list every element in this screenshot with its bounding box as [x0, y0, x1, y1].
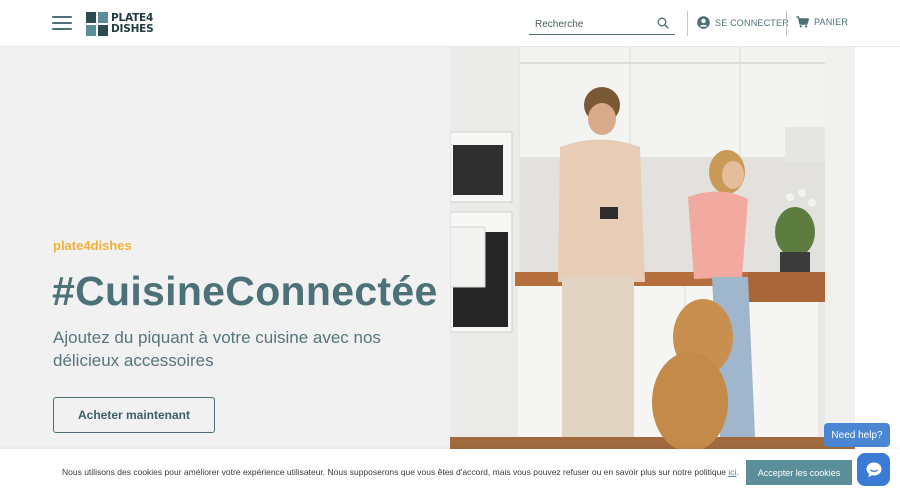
hero-title: #CuisineConnectée [52, 268, 438, 314]
search-box [529, 13, 675, 35]
chat-icon [866, 462, 881, 477]
cookie-text: Nous utilisons des cookies pour améliore… [62, 467, 729, 477]
cart-icon [796, 16, 809, 28]
header-divider [687, 11, 688, 36]
login-label: SE CONNECTER [715, 17, 789, 28]
logo-line-1: PLATE4 [111, 11, 154, 24]
chat-button[interactable] [857, 453, 890, 486]
need-help-button[interactable]: Need help? [824, 423, 890, 447]
user-icon [697, 16, 710, 29]
hero-image [450, 47, 855, 449]
search-input[interactable] [535, 15, 653, 33]
logo-line-2: DISHES [111, 22, 154, 35]
shop-now-button[interactable]: Acheter maintenant [53, 397, 215, 433]
login-link[interactable]: SE CONNECTER [697, 16, 789, 29]
site-logo[interactable]: PLATE4 DISHES [86, 11, 154, 36]
cart-label: PANIER [814, 17, 849, 27]
search-icon[interactable] [657, 17, 669, 29]
cart-link[interactable]: PANIER [796, 16, 848, 28]
menu-icon[interactable] [52, 15, 72, 31]
site-header: PLATE4 DISHES SE CONNECTER PANIER [0, 0, 900, 47]
header-divider [786, 11, 787, 36]
cookie-message: Nous utilisons des cookies pour améliore… [62, 467, 739, 477]
cookie-text-end: . [736, 467, 739, 477]
hero-subtitle: Ajoutez du piquant à votre cuisine avec … [53, 328, 381, 370]
logo-mark [86, 11, 108, 36]
cookie-banner: Nous utilisons des cookies pour améliore… [0, 449, 900, 496]
hero-eyebrow: plate4dishes [53, 238, 132, 253]
accept-cookies-button[interactable]: Accepter les cookies [746, 460, 852, 485]
